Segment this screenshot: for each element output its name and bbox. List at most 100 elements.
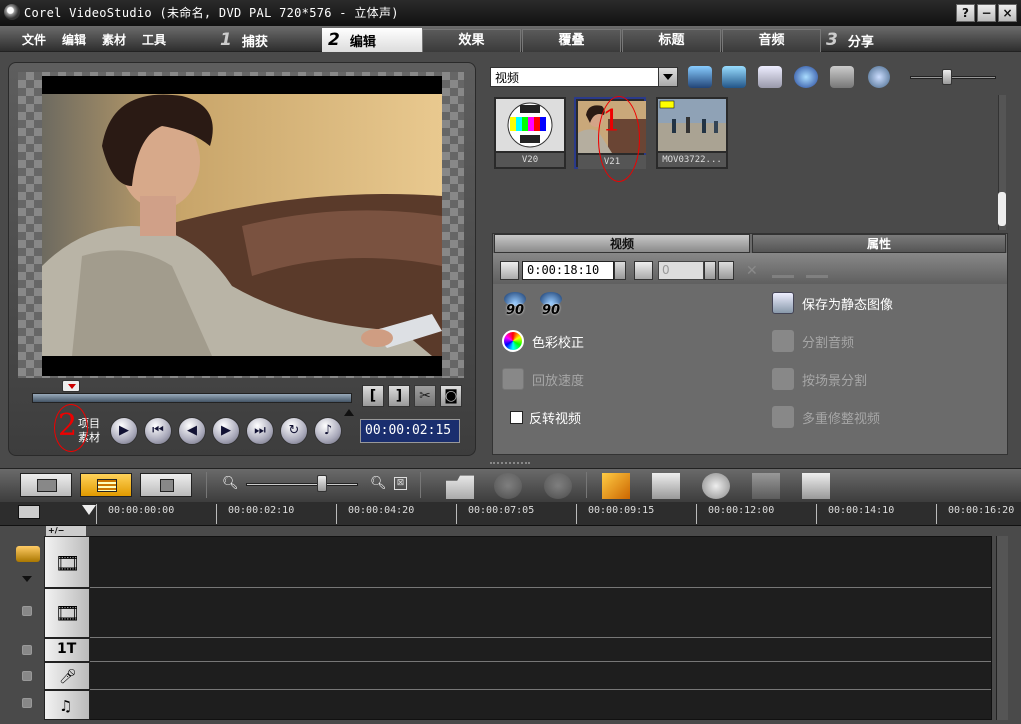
redo-icon[interactable] — [544, 473, 572, 499]
step-edit[interactable]: 2 编辑 — [322, 28, 422, 52]
menu-edit[interactable]: 编辑 — [54, 26, 94, 52]
tab-audio[interactable]: 音频 — [722, 29, 821, 52]
save-still-button[interactable]: 保存为静态图像 — [772, 292, 893, 314]
step-capture[interactable]: 1 捕获 — [220, 28, 318, 52]
volume-spinner[interactable] — [704, 261, 716, 280]
play-button[interactable]: ▶ — [110, 417, 138, 445]
end-button[interactable]: ⏭ — [246, 417, 274, 445]
close-button[interactable]: × — [998, 4, 1017, 22]
video-track-header[interactable]: 🎞︎ — [44, 536, 90, 588]
voice-track-header[interactable]: 🎤︎ — [44, 662, 90, 690]
playback-speed-button[interactable]: 回放速度 — [502, 368, 584, 390]
library-manager-icon[interactable] — [758, 66, 782, 88]
fit-project-icon[interactable]: ⊠ — [394, 477, 407, 490]
ruler-label: 00:00:07:05 — [468, 505, 535, 516]
track-manager-icon[interactable] — [702, 473, 730, 499]
lock-icon[interactable] — [22, 698, 32, 708]
surround-mixer-icon[interactable] — [752, 473, 780, 499]
step-bar: 文件 编辑 素材 工具 1 捕获 2 编辑 效果 覆叠 标题 音频 3 分享 — [0, 26, 1021, 52]
storyboard-view-button[interactable] — [20, 473, 72, 497]
capture-icon[interactable] — [830, 66, 854, 88]
volume-input[interactable]: 0 — [658, 261, 704, 280]
overlay-track-header[interactable]: 🎞︎ — [44, 588, 90, 638]
zoom-out-icon[interactable]: 🔍︎ — [222, 476, 239, 491]
scissors-icon[interactable]: ✂ — [414, 385, 436, 407]
expand-options-icon[interactable] — [868, 66, 890, 88]
rotate-right-button[interactable]: 90 — [536, 292, 566, 318]
trim-marker-end[interactable] — [344, 404, 354, 416]
menu-clip[interactable]: 素材 — [94, 26, 134, 52]
next-frame-button[interactable]: ▶ — [212, 417, 240, 445]
home-button[interactable]: ⏮ — [144, 417, 172, 445]
fade-out-icon[interactable] — [806, 262, 828, 278]
thumbnail-size-slider[interactable] — [910, 76, 996, 79]
duration-input[interactable]: 0:00:18:10 — [522, 261, 614, 280]
title-track-header[interactable]: 1T — [44, 638, 90, 662]
minimize-button[interactable]: − — [977, 4, 996, 22]
save-still-label: 保存为静态图像 — [802, 297, 894, 313]
mark-out-button[interactable]: ] — [388, 385, 410, 407]
add-remove-chapter-button[interactable]: +/− — [46, 526, 86, 536]
split-audio-button[interactable]: 分割音频 — [772, 330, 854, 352]
timeline-options-icon[interactable] — [18, 505, 40, 519]
tab-effects[interactable]: 效果 — [422, 29, 521, 52]
repeat-button[interactable]: ↻ — [280, 417, 308, 445]
multi-trim-button[interactable]: 多重修整视频 — [772, 406, 880, 428]
library-scroll-thumb[interactable] — [998, 192, 1006, 226]
tab-overlay[interactable]: 覆叠 — [522, 29, 621, 52]
step-share[interactable]: 3 分享 — [826, 28, 936, 52]
batch-convert-icon[interactable] — [652, 473, 680, 499]
chevron-down-icon[interactable] — [22, 576, 32, 587]
reverse-video-checkbox[interactable]: 反转视频 — [510, 406, 581, 428]
library-thumbnail[interactable]: V20 — [494, 97, 566, 169]
timeline-tracks[interactable] — [44, 536, 992, 720]
duration-spinner[interactable] — [614, 261, 626, 280]
timeline-zoom-knob[interactable] — [317, 475, 328, 492]
timeline-playhead[interactable] — [82, 505, 96, 519]
tab-attributes[interactable]: 属性 — [752, 234, 1006, 253]
ripple-edit-icon[interactable] — [16, 546, 40, 562]
preview-window[interactable] — [42, 76, 442, 376]
chapter-point-icon[interactable] — [802, 473, 830, 499]
help-button[interactable]: ? — [956, 4, 975, 22]
thumbnail-size-slider-knob[interactable] — [942, 69, 952, 85]
undo-icon[interactable] — [494, 473, 522, 499]
music-track-header[interactable]: ♫ — [44, 690, 90, 720]
checkbox-box[interactable] — [510, 410, 523, 424]
system-volume-button[interactable]: ♪ — [314, 417, 342, 445]
timeline-scrollbar[interactable] — [996, 536, 1008, 720]
import-folder-icon[interactable] — [688, 66, 712, 88]
previous-frame-button[interactable]: ◀ — [178, 417, 206, 445]
enlarge-preview-icon[interactable]: ◙ — [440, 385, 462, 407]
timecode-display[interactable]: 00:00:02:15 — [360, 419, 460, 443]
fade-in-icon[interactable] — [772, 262, 794, 278]
window-title: Corel VideoStudio (未命名, DVD PAL 720*576 … — [24, 6, 399, 20]
panel-resize-handle[interactable] — [490, 462, 530, 466]
timeline-view-button[interactable] — [80, 473, 132, 497]
lock-icon[interactable] — [22, 671, 32, 681]
mute-icon[interactable]: ✕ — [746, 263, 758, 279]
lock-icon[interactable] — [22, 645, 32, 655]
preview-scrub-bar[interactable] — [32, 393, 352, 403]
tab-title[interactable]: 标题 — [622, 29, 721, 52]
rotate-left-button[interactable]: 90 — [500, 292, 530, 318]
menu-file[interactable]: 文件 — [14, 26, 54, 52]
color-correction-label: 色彩校正 — [532, 335, 585, 351]
scrub-handle[interactable] — [62, 380, 80, 392]
color-correction-button[interactable]: 色彩校正 — [502, 330, 584, 352]
audio-view-button[interactable] — [140, 473, 192, 497]
tab-video-options[interactable]: 视频 — [494, 234, 750, 253]
browse-icon[interactable] — [794, 66, 818, 88]
timeline-zoom-slider[interactable] — [246, 483, 358, 486]
mark-in-button[interactable]: [ — [362, 385, 384, 407]
scene-split-button[interactable]: 按场景分割 — [772, 368, 867, 390]
library-thumbnail[interactable]: MOV03722... — [656, 97, 728, 169]
menu-tools[interactable]: 工具 — [134, 26, 174, 52]
volume-icon[interactable] — [634, 261, 653, 280]
volume-dropdown[interactable] — [718, 261, 734, 280]
lock-icon[interactable] — [22, 606, 32, 616]
smart-proxy-icon[interactable] — [602, 473, 630, 499]
library-folder-dropdown[interactable]: 视频 — [490, 67, 678, 87]
sort-icon[interactable] — [722, 66, 746, 88]
zoom-in-icon[interactable]: 🔍︎ — [370, 476, 387, 491]
